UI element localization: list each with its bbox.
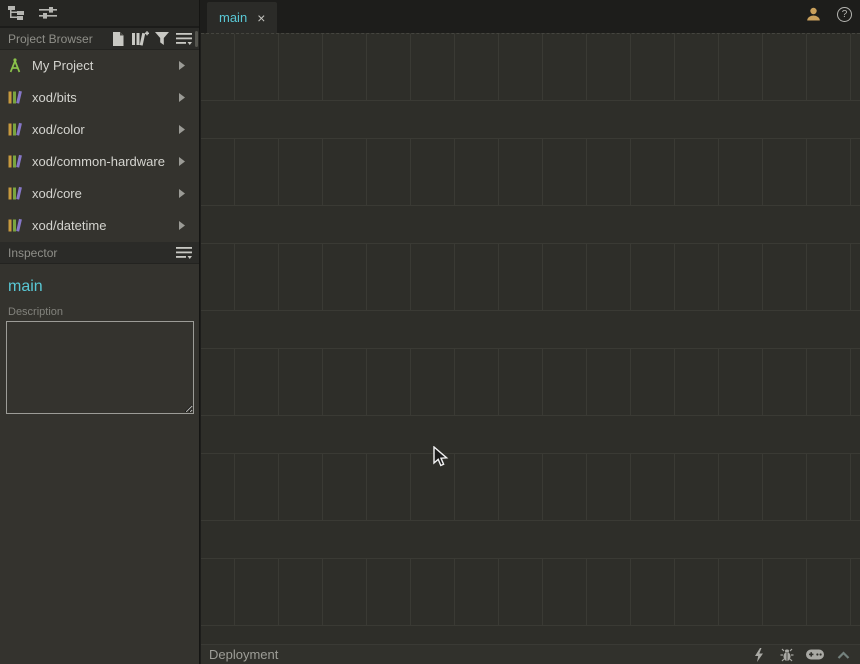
chevron-right-icon[interactable] <box>179 221 185 230</box>
description-label: Description <box>8 306 193 318</box>
inspector-title: Inspector <box>8 246 173 260</box>
sidebar-scrollbar-thumb[interactable] <box>195 31 198 47</box>
project-browser-item-my-project[interactable]: My Project <box>0 50 199 80</box>
project-browser-header: Project Browser <box>0 28 199 50</box>
sidebar: Project Browser <box>0 0 200 664</box>
chevron-right-icon[interactable] <box>179 125 185 134</box>
bug-icon[interactable] <box>778 647 796 663</box>
project-browser-item-label: xod/color <box>32 122 179 137</box>
sort-icon[interactable] <box>173 29 195 49</box>
project-browser-list: My Project xod/bits <box>0 50 199 242</box>
chevron-right-icon[interactable] <box>179 61 185 70</box>
project-browser-item-label: xod/bits <box>32 90 179 105</box>
deployment-label: Deployment <box>209 647 750 662</box>
library-icon <box>6 89 24 105</box>
user-icon[interactable] <box>801 3 825 25</box>
bolt-icon[interactable] <box>750 647 768 663</box>
help-icon[interactable]: ? <box>837 7 852 22</box>
library-icon <box>6 185 24 201</box>
project-browser-item-xod-common-hardware[interactable]: xod/common-hardware <box>0 146 199 176</box>
sort-icon[interactable] <box>173 243 195 263</box>
chevron-right-icon[interactable] <box>179 93 185 102</box>
topbar-right-icons: ? <box>793 0 860 28</box>
project-browser-item-label: xod/common-hardware <box>32 154 179 169</box>
project-browser-item-label: My Project <box>32 58 179 73</box>
sidebar-toolbar <box>0 0 199 28</box>
tab-label: main <box>219 10 247 25</box>
chevron-right-icon[interactable] <box>179 189 185 198</box>
inspector-header: Inspector <box>0 242 199 264</box>
filter-icon[interactable] <box>151 29 173 49</box>
project-browser-item-label: xod/core <box>32 186 179 201</box>
tab-main[interactable]: main × <box>207 2 277 33</box>
description-textarea[interactable] <box>6 321 194 414</box>
project-browser-title: Project Browser <box>8 32 107 46</box>
tab-bar: main × ? <box>201 0 860 33</box>
project-browser-item-xod-core[interactable]: xod/core <box>0 178 199 208</box>
add-library-icon[interactable] <box>129 29 151 49</box>
project-browser-item-xod-color[interactable]: xod/color <box>0 114 199 144</box>
library-icon <box>6 121 24 137</box>
gamepad-icon[interactable] <box>806 647 824 663</box>
inspector-body: main Description <box>0 264 199 664</box>
project-browser-item-xod-bits[interactable]: xod/bits <box>0 82 199 112</box>
deployment-icons <box>750 647 852 663</box>
sliders-icon[interactable] <box>36 2 60 24</box>
project-icon <box>6 57 24 73</box>
inspector-patch-name: main <box>8 278 193 296</box>
patch-canvas[interactable] <box>201 33 860 644</box>
main-area: main × ? Deployment <box>201 0 860 664</box>
project-browser-item-xod-datetime[interactable]: xod/datetime <box>0 210 199 240</box>
chevron-up-icon[interactable] <box>834 647 852 663</box>
xod-ide-window: Project Browser <box>0 0 860 664</box>
new-patch-icon[interactable] <box>107 29 129 49</box>
chevron-right-icon[interactable] <box>179 157 185 166</box>
library-icon <box>6 217 24 233</box>
project-browser-item-label: xod/datetime <box>32 218 179 233</box>
library-icon <box>6 153 24 169</box>
deployment-bar[interactable]: Deployment <box>201 644 860 664</box>
tree-view-icon[interactable] <box>4 2 28 24</box>
close-icon[interactable]: × <box>257 11 265 25</box>
